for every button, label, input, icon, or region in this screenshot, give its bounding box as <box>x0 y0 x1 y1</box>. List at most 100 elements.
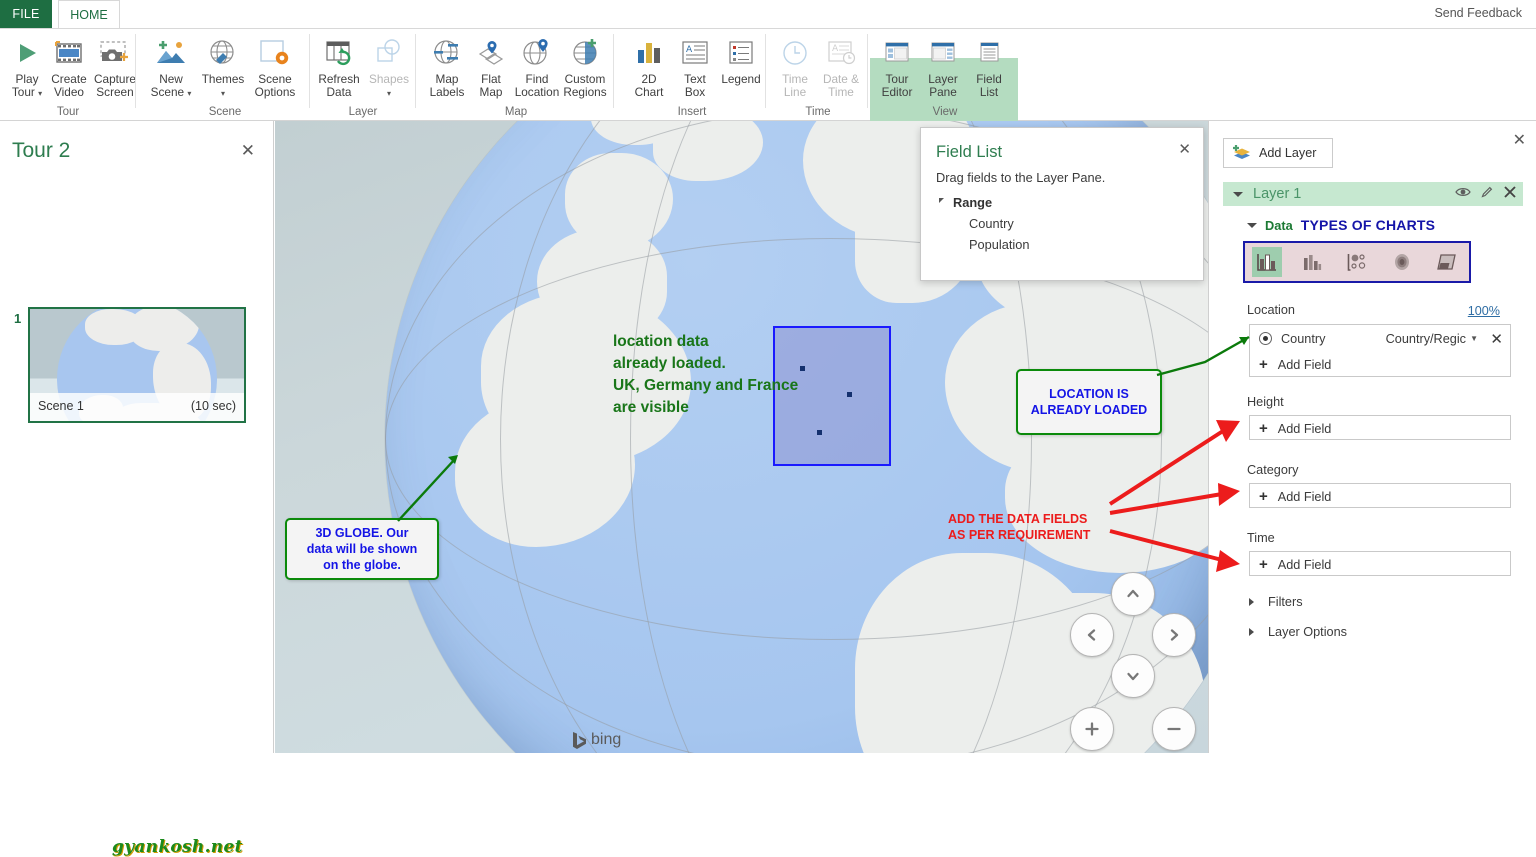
field-list-close-icon[interactable]: ✕ <box>1178 140 1191 158</box>
layer-options-row[interactable]: Layer Options <box>1249 625 1347 639</box>
layer-pane-label: Layer Pane <box>928 72 958 99</box>
field-list-subtitle: Drag fields to the Layer Pane. <box>936 170 1106 185</box>
city-marker-germany <box>847 392 852 397</box>
data-collapse-icon[interactable] <box>1247 222 1257 228</box>
legend-label: Legend <box>721 72 761 86</box>
tour-editor-icon <box>881 34 913 72</box>
ribbon-group-insert: 2D Chart A Text Box Legend Insert <box>618 28 766 120</box>
region-map-icon[interactable] <box>1432 247 1462 277</box>
bing-logo-text: bing <box>591 731 622 748</box>
pan-up-button[interactable] <box>1111 572 1155 616</box>
play-icon <box>14 34 40 72</box>
expand-triangle-icon[interactable] <box>1249 628 1254 636</box>
add-layer-button[interactable]: Add Layer <box>1223 138 1333 168</box>
filters-row[interactable]: Filters <box>1249 595 1303 609</box>
plus-icon: + <box>1259 488 1268 505</box>
ribbon-group-layer-label: Layer <box>348 106 378 118</box>
pan-down-button[interactable] <box>1111 654 1155 698</box>
text-box-label: Text Box <box>684 72 706 99</box>
refresh-data-button[interactable]: Refresh Data <box>312 32 366 104</box>
layer-header-row[interactable]: Layer 1 <box>1223 182 1523 206</box>
new-scene-button[interactable]: New Scene ▾ <box>144 32 198 104</box>
location-geo-type[interactable]: Country/Regic <box>1386 332 1466 346</box>
eye-icon[interactable] <box>1455 186 1471 201</box>
field-list-button[interactable]: Field List <box>962 32 1016 104</box>
time-add-field-button[interactable]: + Add Field <box>1250 552 1510 577</box>
date-time-button[interactable]: A Date & Time <box>814 32 868 104</box>
field-list-title: Field List <box>936 143 1003 161</box>
legend-icon <box>725 34 757 72</box>
ribbon-group-tour-label: Tour <box>56 106 80 118</box>
find-location-button[interactable]: Find Location <box>510 32 564 104</box>
zoom-in-button[interactable] <box>1070 707 1114 751</box>
capture-screen-button[interactable]: Capture Screen <box>88 32 142 104</box>
themes-button[interactable]: Themes ▾ <box>196 32 250 104</box>
time-field-box[interactable]: + Add Field <box>1249 551 1511 576</box>
plus-icon: + <box>1259 356 1268 373</box>
find-location-icon <box>520 34 554 72</box>
pan-right-button[interactable] <box>1152 613 1196 657</box>
custom-regions-button[interactable]: Custom Regions <box>558 32 612 104</box>
ribbon: Play Tour ▾ Create Video Capture Screen … <box>0 28 1536 128</box>
height-field-box[interactable]: + Add Field <box>1249 415 1511 440</box>
bubble-chart-icon[interactable] <box>1342 247 1372 277</box>
height-add-field-button[interactable]: + Add Field <box>1250 416 1510 441</box>
send-feedback-link[interactable]: Send Feedback <box>1434 6 1522 20</box>
field-item-population[interactable]: Population <box>969 237 1029 252</box>
flat-map-icon <box>474 34 508 72</box>
stacked-column-chart-icon[interactable] <box>1252 247 1283 277</box>
layer-pane-icon <box>927 34 959 72</box>
tab-home[interactable]: HOME <box>58 0 120 28</box>
svg-text:A: A <box>686 45 693 55</box>
close-icon[interactable] <box>1503 185 1517 202</box>
pan-left-button[interactable] <box>1070 613 1114 657</box>
remove-location-field-icon[interactable]: ✕ <box>1490 330 1503 348</box>
zoom-out-button[interactable] <box>1152 707 1196 751</box>
location-add-field-label: Add Field <box>1277 357 1332 372</box>
create-video-label: Create Video <box>51 72 87 99</box>
ribbon-group-time: Time Line A Date & Time Time <box>768 28 868 120</box>
expand-triangle-icon[interactable] <box>939 198 944 203</box>
capture-screen-label: Capture Screen <box>94 72 136 99</box>
scene-options-button[interactable]: Scene Options <box>248 32 302 104</box>
shapes-button[interactable]: Shapes ▾ <box>362 32 416 104</box>
themes-label: Themes ▾ <box>201 72 245 98</box>
clustered-column-chart-icon[interactable] <box>1297 247 1327 277</box>
category-field-box[interactable]: + Add Field <box>1249 483 1511 508</box>
custom-regions-icon <box>568 34 602 72</box>
radio-icon[interactable] <box>1259 332 1272 345</box>
group-divider <box>135 34 136 108</box>
chart-type-selector[interactable] <box>1243 241 1471 283</box>
location-add-field-button[interactable]: + Add Field <box>1250 352 1510 377</box>
location-label: Location <box>1247 303 1295 317</box>
bing-logo: bing <box>571 731 621 749</box>
location-percent[interactable]: 100% <box>1468 304 1500 318</box>
tour-pane-close-icon[interactable]: ✕ <box>241 141 255 161</box>
layer-pane-close-icon[interactable]: ✕ <box>1513 130 1526 150</box>
tab-file[interactable]: FILE <box>0 0 52 28</box>
category-label: Category <box>1247 463 1299 477</box>
location-field-country-row[interactable]: Country Country/Regic ▼ ✕ <box>1250 325 1510 352</box>
data-section-row[interactable]: Data TYPES OF CHARTS <box>1247 217 1435 233</box>
ribbon-group-scene: New Scene ▾ Themes ▾ Scene Options Scene <box>140 28 310 120</box>
scene-duration: (10 sec) <box>190 399 236 413</box>
2d-chart-label: 2D Chart <box>634 72 664 99</box>
chevron-down-icon[interactable]: ▼ <box>1470 334 1478 343</box>
2d-chart-icon <box>634 34 664 72</box>
scene-thumbnail[interactable]: Scene 1 (10 sec) <box>28 307 246 423</box>
legend-button[interactable]: Legend <box>714 32 768 104</box>
expand-triangle-icon[interactable] <box>1249 598 1254 606</box>
globe-callout: 3D GLOBE. Our data will be shown on the gl… <box>285 518 439 580</box>
layer-collapse-icon[interactable] <box>1233 192 1243 197</box>
tour-title: Tour 2 <box>12 139 71 162</box>
ribbon-group-view: Tour Editor Layer Pane Field List View <box>870 28 1020 120</box>
category-add-field-label: Add Field <box>1277 489 1332 504</box>
heat-map-icon[interactable] <box>1387 247 1417 277</box>
field-item-country[interactable]: Country <box>969 216 1014 231</box>
location-field-box: Country Country/Regic ▼ ✕ + Add Field <box>1249 324 1511 377</box>
ribbon-group-map-label: Map <box>504 106 528 118</box>
category-add-field-button[interactable]: + Add Field <box>1250 484 1510 509</box>
plus-icon: + <box>1259 556 1268 573</box>
pencil-icon[interactable] <box>1480 185 1494 202</box>
filters-label: Filters <box>1268 595 1303 609</box>
